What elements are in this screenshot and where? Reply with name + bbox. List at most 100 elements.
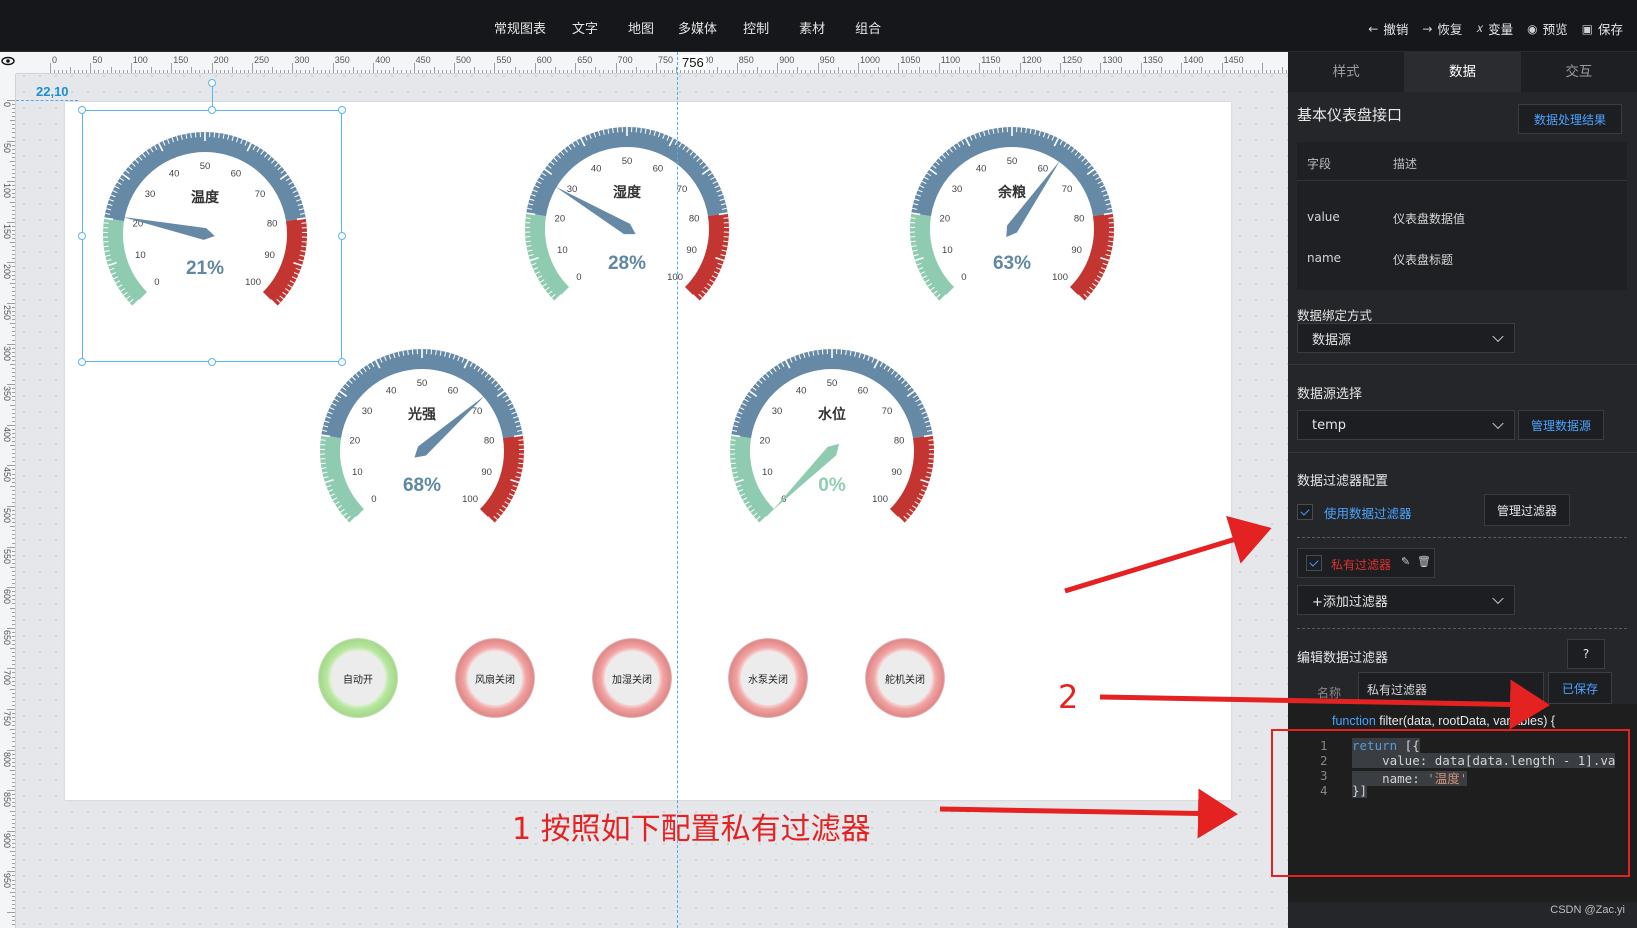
- control-button[interactable]: 自动开: [318, 638, 398, 718]
- ruler-tick: [118, 70, 120, 73]
- ruler-tick: [328, 70, 330, 73]
- horizontal-ruler[interactable]: 0 50 100 150 200 250 300 350 400 450 500 550 600 650 7…: [16, 52, 1288, 74]
- ruler-tick: [12, 903, 15, 905]
- vertical-ruler[interactable]: 0 50 100 150 200 250 300 350 400 450 500 550 600 650 7…: [0, 52, 16, 928]
- variable-button[interactable]: 𝑥 变量: [1476, 19, 1513, 38]
- control-button[interactable]: 风扇关闭: [455, 638, 535, 718]
- ruler-label: 950: [2, 873, 12, 889]
- ruler-label: 450: [415, 55, 431, 65]
- ruler-tick: [12, 355, 15, 357]
- control-button[interactable]: 加湿关闭: [592, 638, 672, 718]
- ruler-tick: [744, 70, 746, 73]
- resize-handle-bl[interactable]: [78, 358, 86, 366]
- private-filter-checkbox[interactable]: [1306, 555, 1322, 571]
- guide-line-vertical[interactable]: [677, 52, 678, 928]
- ruler-tick: [94, 70, 96, 73]
- bind-mode-select[interactable]: 数据源: [1297, 323, 1515, 353]
- resize-handle-t[interactable]: [208, 106, 216, 114]
- control-button[interactable]: 水泵关闭: [728, 638, 808, 718]
- ruler-tick: [227, 70, 229, 73]
- ruler-tick: [12, 765, 15, 767]
- saved-button[interactable]: 已保存: [1548, 672, 1612, 704]
- use-filter-label[interactable]: 使用数据过滤器: [1324, 503, 1412, 522]
- ruler-label: 250: [254, 55, 270, 65]
- menu-item-media[interactable]: 多媒体: [678, 18, 717, 37]
- menu-item-assets[interactable]: 素材: [799, 18, 825, 37]
- code-editor[interactable]: function filter(data, rootData, variable…: [1288, 704, 1637, 902]
- ruler-tick: [12, 782, 15, 784]
- ruler-tick: [12, 887, 15, 889]
- ruler-tick: [12, 335, 15, 337]
- edit-icon[interactable]: ✎: [1401, 555, 1410, 568]
- ruler-tick: [1043, 70, 1045, 73]
- preview-button[interactable]: ◉ 预览: [1527, 19, 1568, 38]
- resize-handle-l[interactable]: [78, 232, 86, 240]
- gauge-3[interactable]: 0 10 20 30 40 50 60 70 80 90 100 余粮 63%: [892, 112, 1132, 322]
- ruler-label: 250: [2, 305, 12, 321]
- resize-handle-b[interactable]: [208, 358, 216, 366]
- ruler-corner[interactable]: [0, 52, 16, 74]
- private-filter-item[interactable]: 私有过滤器 ✎ 🗑: [1297, 548, 1435, 578]
- redo-button[interactable]: → 恢复: [1422, 19, 1462, 38]
- trash-icon[interactable]: 🗑: [1417, 555, 1431, 568]
- data-source-select[interactable]: temp: [1297, 410, 1515, 440]
- editor-canvas[interactable]: 0 50 100 150 200 250 300 350 400 450 500 550 600 650 7…: [0, 52, 1288, 928]
- gauge-5[interactable]: 0102030405060708090100水位0%: [712, 334, 952, 544]
- menu-item-control[interactable]: 控制: [743, 18, 769, 37]
- gauge-tick-label: 20: [940, 213, 951, 224]
- menu-item-text[interactable]: 文字: [572, 18, 598, 37]
- ruler-tick: [12, 217, 15, 219]
- ruler-tick: [10, 526, 15, 528]
- resize-handle-tr[interactable]: [338, 106, 346, 114]
- use-filter-checkbox[interactable]: [1297, 504, 1313, 520]
- gauge-tick-label: 100: [1052, 272, 1068, 283]
- help-button[interactable]: ?: [1567, 639, 1605, 669]
- data-result-button[interactable]: 数据处理结果: [1518, 104, 1622, 134]
- ruler-tick: [849, 70, 851, 73]
- rotate-handle[interactable]: [208, 79, 216, 87]
- ruler-tick: [130, 63, 132, 73]
- menu-item-group[interactable]: 组合: [855, 18, 881, 37]
- gauge-tick-label: 10: [557, 245, 568, 256]
- ruler-tick: [999, 67, 1001, 73]
- add-filter-select[interactable]: +添加过滤器: [1297, 585, 1515, 615]
- filter-name-input[interactable]: 私有过滤器: [1358, 672, 1544, 704]
- resize-handle-r[interactable]: [338, 232, 346, 240]
- ruler-tick: [12, 108, 15, 110]
- save-button[interactable]: ▣ 保存: [1582, 19, 1623, 38]
- gauge-tick-label: 100: [667, 272, 683, 283]
- ruler-tick: [70, 67, 72, 73]
- ruler-tick: [12, 185, 15, 187]
- ruler-tick: [361, 70, 363, 73]
- ruler-tick: [12, 327, 15, 329]
- ruler-tick: [243, 70, 245, 73]
- gauge-4[interactable]: 0 10 20 30 40 50 60 70 80 90 100 光强 68%: [302, 334, 542, 544]
- ruler-tick: [12, 164, 15, 166]
- selection-box[interactable]: [78, 79, 346, 366]
- manage-source-button[interactable]: 管理数据源: [1518, 410, 1604, 440]
- manage-filter-button[interactable]: 管理过滤器: [1484, 494, 1570, 526]
- resize-handle-br[interactable]: [338, 358, 346, 366]
- filter-name-label: 名称: [1317, 686, 1342, 700]
- gauge-2[interactable]: 0102030405060708090100湿度28%: [507, 112, 747, 322]
- ruler-tick: [12, 510, 15, 512]
- ruler-tick: [1112, 70, 1114, 73]
- ruler-tick: [138, 70, 140, 73]
- ruler-tick: [607, 70, 609, 73]
- ruler-tick: [1161, 67, 1162, 73]
- tab-style[interactable]: 样式: [1288, 52, 1404, 92]
- ruler-tick: [12, 104, 15, 106]
- control-button[interactable]: 舵机关闭: [865, 638, 945, 718]
- menu-item-charts[interactable]: 常规图表: [494, 18, 546, 37]
- ruler-tick: [546, 70, 548, 73]
- tab-data[interactable]: 数据: [1404, 52, 1521, 92]
- resize-handle-tl[interactable]: [78, 106, 86, 114]
- ruler-tick: [7, 627, 15, 629]
- ruler-tick: [12, 855, 15, 857]
- undo-button[interactable]: ← 撤销: [1368, 19, 1408, 38]
- ruler-tick: [252, 63, 253, 73]
- menu-item-map[interactable]: 地图: [628, 18, 654, 37]
- tab-interaction[interactable]: 交互: [1521, 52, 1637, 92]
- ruler-label: 900: [2, 832, 12, 848]
- ruler-label: 700: [2, 670, 12, 686]
